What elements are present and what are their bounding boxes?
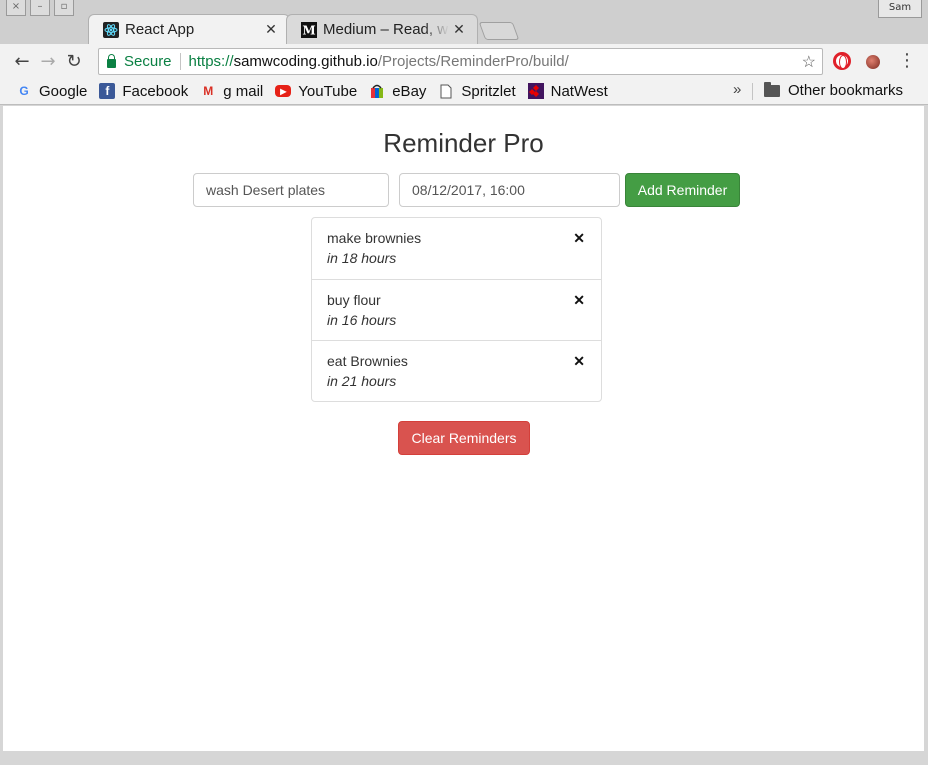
bookmark-youtube[interactable]: ▶ YouTube bbox=[275, 83, 357, 100]
bookmarks-divider bbox=[752, 83, 753, 100]
extension-icon[interactable] bbox=[866, 55, 880, 69]
clear-reminders-button[interactable]: Clear Reminders bbox=[398, 421, 530, 455]
browser-window: × – ▫ Sam React App ✕ M Medium – Read, w… bbox=[0, 0, 928, 765]
toolbar: ← → ↻ Secure https://samwcoding.github.i… bbox=[0, 44, 928, 78]
bookmark-label: Spritzlet bbox=[461, 82, 516, 100]
more-bookmarks-chevron-icon[interactable]: » bbox=[733, 81, 741, 98]
page-icon bbox=[438, 83, 454, 99]
reminder-input-value: wash Desert plates bbox=[206, 182, 326, 198]
facebook-icon: f bbox=[99, 83, 116, 99]
profile-button[interactable]: Sam bbox=[878, 0, 922, 18]
list-item: buy flour in 16 hours ✕ bbox=[312, 279, 601, 340]
close-tab-icon[interactable]: ✕ bbox=[261, 21, 281, 38]
bookmark-label: NatWest bbox=[550, 82, 608, 100]
bookmark-label: g mail bbox=[223, 82, 264, 100]
reload-icon[interactable]: ↻ bbox=[61, 48, 87, 74]
page-content: Reminder Pro wash Desert plates 08/12/20… bbox=[3, 106, 924, 751]
address-bar[interactable]: Secure https://samwcoding.github.io/Proj… bbox=[98, 48, 823, 75]
medium-icon: M bbox=[301, 21, 317, 38]
bookmark-ebay[interactable]: eBay bbox=[369, 83, 426, 100]
forward-arrow-icon[interactable]: → bbox=[35, 48, 61, 74]
tab-react-app[interactable]: React App ✕ bbox=[88, 14, 290, 44]
tab-title: Medium – Read, write bbox=[323, 21, 449, 38]
due-date-input-value: 08/12/2017, 16:00 bbox=[412, 182, 525, 198]
url-scheme: https:// bbox=[188, 53, 234, 70]
window-controls: × – ▫ bbox=[6, 0, 74, 18]
reminder-due: in 16 hours bbox=[327, 312, 397, 328]
bookmark-label: YouTube bbox=[298, 82, 358, 100]
other-bookmarks-label: Other bookmarks bbox=[788, 82, 904, 99]
url-host: samwcoding.github.io bbox=[233, 53, 378, 70]
page-title: Reminder Pro bbox=[383, 128, 544, 158]
bookmark-label: Facebook bbox=[122, 82, 189, 100]
ebay-icon bbox=[369, 83, 385, 99]
due-date-input[interactable]: 08/12/2017, 16:00 bbox=[399, 173, 620, 207]
reminder-text: eat Brownies bbox=[327, 353, 408, 369]
delete-reminder-icon[interactable]: ✕ bbox=[573, 290, 585, 310]
secure-label: Secure bbox=[124, 53, 172, 70]
reminder-list: make brownies in 18 hours ✕ buy flour in… bbox=[311, 217, 602, 402]
reminder-text: buy flour bbox=[327, 292, 381, 308]
add-reminder-button[interactable]: Add Reminder bbox=[625, 173, 740, 207]
other-bookmarks[interactable]: Other bookmarks bbox=[764, 81, 904, 99]
folder-icon bbox=[764, 81, 780, 97]
reminder-text: make brownies bbox=[327, 230, 422, 246]
tab-medium[interactable]: M Medium – Read, write ✕ bbox=[286, 14, 478, 44]
bookmark-label: Google bbox=[39, 82, 88, 100]
secure-indicator[interactable]: Secure bbox=[107, 53, 172, 70]
bookmark-label: eBay bbox=[392, 82, 427, 100]
omnibox-divider bbox=[179, 53, 181, 70]
bookmark-star-icon[interactable]: ☆ bbox=[802, 52, 816, 72]
reminder-due: in 18 hours bbox=[327, 250, 397, 266]
back-arrow-icon[interactable]: ← bbox=[9, 48, 35, 74]
bookmark-gmail[interactable]: M g mail bbox=[200, 83, 263, 100]
svg-text:M: M bbox=[302, 23, 315, 37]
gmail-icon: M bbox=[203, 84, 214, 98]
reminder-due: in 21 hours bbox=[327, 373, 397, 389]
minimize-window-button[interactable]: – bbox=[30, 0, 50, 16]
reminder-input[interactable]: wash Desert plates bbox=[193, 173, 389, 207]
bookmark-google[interactable]: G Google bbox=[16, 83, 87, 100]
google-icon: G bbox=[19, 84, 29, 98]
react-icon bbox=[103, 21, 119, 38]
delete-reminder-icon[interactable]: ✕ bbox=[573, 228, 585, 248]
close-tab-icon[interactable]: ✕ bbox=[449, 21, 469, 38]
new-tab-button[interactable] bbox=[478, 22, 520, 40]
list-item: make brownies in 18 hours ✕ bbox=[312, 218, 601, 279]
opera-extension-icon[interactable] bbox=[833, 52, 851, 70]
bookmark-facebook[interactable]: f Facebook bbox=[99, 83, 188, 100]
natwest-icon bbox=[527, 83, 544, 99]
lock-icon bbox=[107, 53, 116, 68]
tab-strip: × – ▫ Sam React App ✕ M Medium – Read, w… bbox=[0, 0, 928, 44]
bookmark-natwest[interactable]: NatWest bbox=[527, 82, 608, 100]
url-path: /Projects/ReminderPro/build/ bbox=[377, 53, 569, 70]
close-window-button[interactable]: × bbox=[6, 0, 26, 16]
tab-title: React App bbox=[125, 21, 195, 38]
bookmarks-bar: G Google f Facebook M g mail ▶ YouTube e… bbox=[0, 78, 928, 105]
delete-reminder-icon[interactable]: ✕ bbox=[573, 351, 585, 371]
menu-icon[interactable]: ⋮ bbox=[898, 52, 916, 70]
youtube-icon: ▶ bbox=[275, 85, 292, 97]
bookmark-spritzlet[interactable]: Spritzlet bbox=[438, 82, 516, 100]
list-item: eat Brownies in 21 hours ✕ bbox=[312, 340, 601, 401]
maximize-window-button[interactable]: ▫ bbox=[54, 0, 74, 16]
